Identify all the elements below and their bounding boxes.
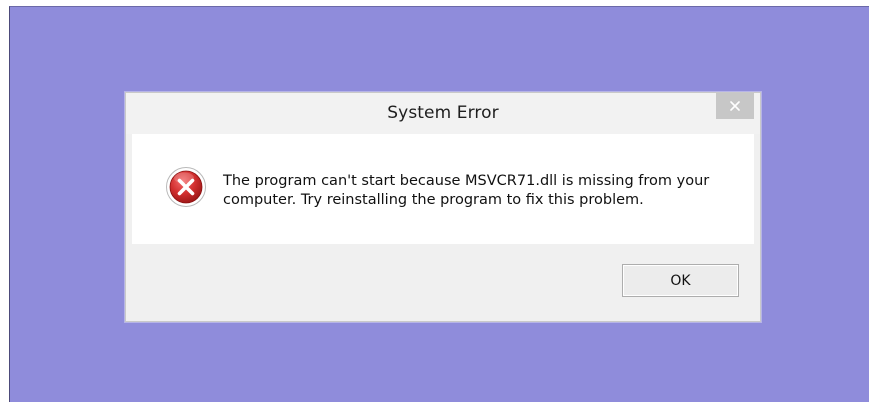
error-message: The program can't start because MSVCR71.… xyxy=(223,173,710,208)
button-area: OK xyxy=(132,244,754,317)
close-icon xyxy=(730,101,740,111)
message-area: The program can't start because MSVCR71.… xyxy=(132,134,754,244)
close-button[interactable] xyxy=(716,93,754,119)
ok-button[interactable]: OK xyxy=(622,264,739,297)
system-error-dialog: System Error The program can't start bec… xyxy=(125,92,761,322)
title-bar[interactable]: System Error xyxy=(126,93,760,134)
error-icon xyxy=(166,167,206,207)
dialog-title: System Error xyxy=(387,103,499,123)
